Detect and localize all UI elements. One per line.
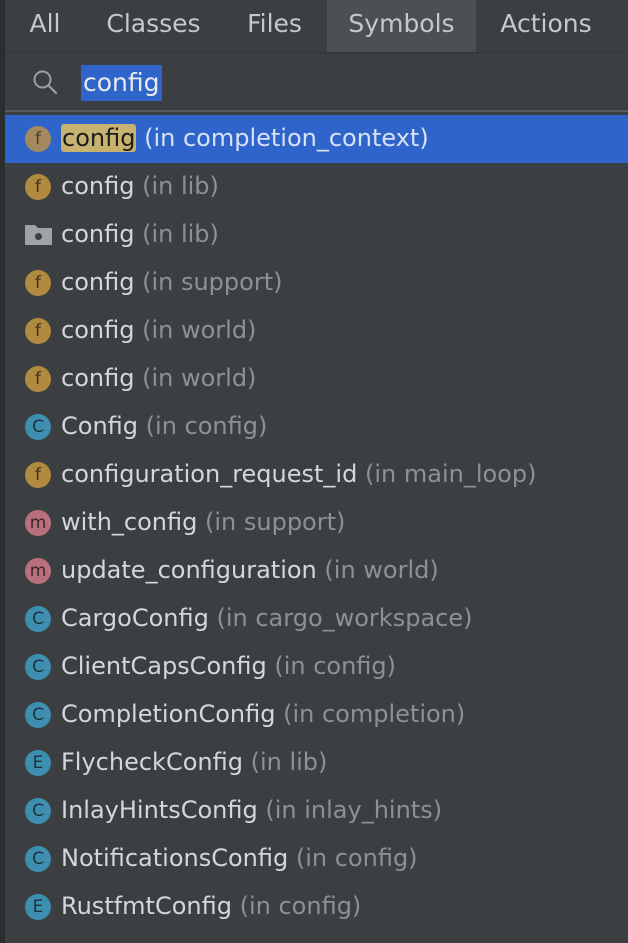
tab-files[interactable]: Files: [222, 0, 327, 52]
list-item[interactable]: f config (in lib): [5, 163, 628, 211]
class-icon: C: [25, 702, 51, 728]
enum-icon: E: [25, 750, 51, 776]
list-item[interactable]: m with_config (in support): [5, 499, 628, 547]
tab-symbols[interactable]: Symbols: [327, 0, 476, 52]
list-item[interactable]: m update_configuration (in world): [5, 547, 628, 595]
class-icon: C: [25, 606, 51, 632]
list-item[interactable]: C CompletionConfig (in completion): [5, 691, 628, 739]
symbol-location: (in world): [324, 556, 439, 584]
function-icon: f: [25, 174, 51, 200]
symbol-label: with_config (in support): [61, 499, 345, 547]
symbol-location: (in support): [205, 508, 346, 536]
symbol-name: ClientCapsConfig: [61, 652, 267, 680]
function-icon: f: [25, 126, 51, 152]
tab-classes[interactable]: Classes: [85, 0, 222, 52]
search-everywhere-popup: All Classes Files Symbols Actions config…: [0, 0, 628, 943]
list-item[interactable]: C InlayHintsConfig (in inlay_hints): [5, 787, 628, 835]
class-icon: C: [25, 654, 51, 680]
symbol-location: (in cargo_workspace): [216, 604, 473, 632]
symbol-name: config: [61, 364, 135, 392]
symbol-name: config: [61, 124, 137, 152]
search-bar: config: [5, 52, 628, 112]
search-icon: [33, 70, 58, 95]
tab-all[interactable]: All: [5, 0, 85, 52]
list-item[interactable]: C NotificationsConfig (in config): [5, 835, 628, 883]
symbol-location: (in config): [274, 652, 397, 680]
list-item[interactable]: C ClientCapsConfig (in config): [5, 643, 628, 691]
symbol-location: (in completion_context): [144, 124, 429, 152]
results-list: f config (in completion_context) f config (…: [5, 115, 628, 931]
symbol-label: InlayHintsConfig (in inlay_hints): [61, 787, 442, 835]
symbol-name: RustfmtConfig: [61, 892, 232, 920]
tab-actions[interactable]: Actions: [476, 0, 616, 52]
symbol-location: (in main_loop): [364, 460, 537, 488]
symbol-location: (in lib): [250, 748, 328, 776]
symbol-location: (in config): [239, 892, 362, 920]
symbol-location: (in lib): [142, 172, 219, 200]
symbol-location: (in config): [295, 844, 418, 872]
symbol-label: config (in lib): [61, 163, 219, 211]
list-item[interactable]: f config (in support): [5, 259, 628, 307]
symbol-location: (in world): [142, 316, 257, 344]
class-icon: C: [25, 414, 51, 440]
method-icon: m: [25, 510, 51, 536]
symbol-name: InlayHintsConfig: [61, 796, 258, 824]
method-icon: m: [25, 558, 51, 584]
symbol-label: config (in support): [61, 259, 282, 307]
list-item[interactable]: f config (in completion_context): [5, 115, 628, 163]
symbol-label: NotificationsConfig (in config): [61, 835, 418, 883]
symbol-location: (in inlay_hints): [265, 796, 443, 824]
scope-tabs: All Classes Files Symbols Actions: [5, 0, 628, 52]
symbol-name: config: [61, 172, 135, 200]
list-item[interactable]: f config (in world): [5, 355, 628, 403]
symbol-location: (in config): [145, 412, 268, 440]
symbol-label: CompletionConfig (in completion): [61, 691, 465, 739]
function-icon: f: [25, 366, 51, 392]
symbol-name: Config: [61, 412, 139, 440]
symbol-name: FlycheckConfig: [61, 748, 243, 776]
symbol-label: configuration_request_id (in main_loop): [61, 451, 536, 499]
symbol-location: (in world): [142, 364, 257, 392]
symbol-label: config (in lib): [61, 211, 219, 259]
symbol-label: config (in world): [61, 355, 256, 403]
symbol-location: (in lib): [142, 220, 219, 248]
folder-icon: [25, 225, 52, 245]
symbol-location: (in completion): [283, 700, 466, 728]
symbol-name: config: [61, 268, 135, 296]
symbol-label: ClientCapsConfig (in config): [61, 643, 396, 691]
symbol-label: CargoConfig (in cargo_workspace): [61, 595, 472, 643]
function-icon: f: [25, 318, 51, 344]
function-icon: f: [25, 462, 51, 488]
symbol-name: config: [61, 220, 135, 248]
symbol-name: configuration_request_id: [61, 460, 358, 488]
symbol-name: CompletionConfig: [61, 700, 276, 728]
list-item[interactable]: E FlycheckConfig (in lib): [5, 739, 628, 787]
list-item[interactable]: C Config (in config): [5, 403, 628, 451]
class-icon: C: [25, 798, 51, 824]
symbol-location: (in support): [142, 268, 283, 296]
enum-icon: E: [25, 894, 51, 920]
symbol-name: NotificationsConfig: [61, 844, 289, 872]
list-item[interactable]: config (in lib): [5, 211, 628, 259]
class-icon: C: [25, 846, 51, 872]
list-item[interactable]: f config (in world): [5, 307, 628, 355]
symbol-label: RustfmtConfig (in config): [61, 883, 361, 931]
symbol-name: CargoConfig: [61, 604, 209, 632]
symbol-name: config: [61, 316, 135, 344]
search-input[interactable]: config: [81, 65, 162, 101]
list-item[interactable]: C CargoConfig (in cargo_workspace): [5, 595, 628, 643]
symbol-label: config (in world): [61, 307, 256, 355]
symbol-label: Config (in config): [61, 403, 267, 451]
list-item[interactable]: E RustfmtConfig (in config): [5, 883, 628, 931]
symbol-label: update_configuration (in world): [61, 547, 439, 595]
symbol-name: with_config: [61, 508, 198, 536]
symbol-name: update_configuration: [61, 556, 317, 584]
list-item[interactable]: f configuration_request_id (in main_loop): [5, 451, 628, 499]
symbol-label: config (in completion_context): [61, 115, 429, 163]
symbol-label: FlycheckConfig (in lib): [61, 739, 327, 787]
function-icon: f: [25, 270, 51, 296]
